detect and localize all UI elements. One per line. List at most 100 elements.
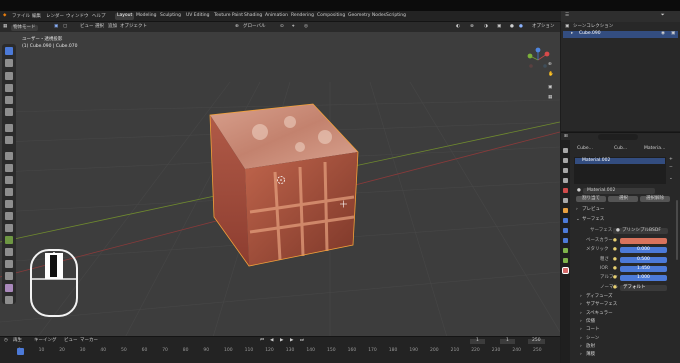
scale-tool-icon[interactable] [5,96,13,104]
scene-tab-icon[interactable] [563,188,568,193]
options-menu[interactable]: オプション [532,24,555,30]
menu-edit[interactable]: 編集 [32,14,41,20]
preview-panel[interactable]: プレビュー [582,207,605,213]
props-editor-icon[interactable]: ⊞ [564,134,568,140]
proportional-edit-icon[interactable]: ◎ [304,24,308,30]
subpanel-chevron-icon[interactable]: › [580,311,582,317]
menu-help[interactable]: ヘルプ [92,14,106,20]
surface-panel[interactable]: サーフェス [582,217,604,223]
hand-pan-icon[interactable]: ✋ [548,72,554,78]
add-cube-tool-icon[interactable] [5,152,13,160]
camera-icon[interactable]: ▣ [671,31,675,37]
rip-tool-icon[interactable] [5,296,13,304]
subpanel-label[interactable]: コート [586,328,600,333]
subpanel-label[interactable]: サブサーフェス [586,303,617,308]
subpanel-chevron-icon[interactable]: › [580,294,582,300]
subpanel-chevron-icon[interactable]: › [580,344,582,350]
jump-end-icon[interactable]: ⏭ [300,338,304,344]
timeline-menu-playback[interactable]: 再生 [13,338,22,344]
socket-icon[interactable]: ● [613,285,617,291]
material-slot-label[interactable]: Material.002 [582,158,610,164]
play-icon[interactable]: ▶ [280,338,283,344]
zoom-icon[interactable]: ⊕ [548,62,552,68]
constraints-tab-icon[interactable] [563,248,568,253]
surface-shader-value[interactable]: プリンシプルBSDF [622,228,661,234]
outliner-item-cube[interactable]: Cube.090 [579,31,601,37]
orientation-selector[interactable]: グローバル [243,24,265,30]
menu-object[interactable]: オブジェクト [120,24,147,30]
physics-tab-icon[interactable] [563,238,568,243]
shrink-tool-icon[interactable] [5,272,13,280]
socket-icon[interactable]: ● [613,276,617,281]
perspective-toggle-icon[interactable]: ▦ [548,95,552,101]
mode-selector[interactable]: 物体モード [11,24,38,31]
cursor-tool-icon[interactable] [5,59,13,67]
subpanel-chevron-icon[interactable]: › [580,353,582,358]
subpanel-label[interactable]: スペキュラー [586,311,613,317]
surface-chevron-icon[interactable]: ⌄ [576,217,580,223]
menu-file[interactable]: ファイル [12,14,30,20]
inset-tool-icon[interactable] [5,176,13,184]
subpanel-label[interactable]: シーン [586,336,599,342]
camera-view-icon[interactable]: ▣ [548,85,552,91]
knife-tool-icon[interactable] [5,212,13,220]
preview-chevron-icon[interactable]: › [576,207,578,213]
data-tab-icon[interactable] [563,258,568,263]
tab-compositing[interactable]: Compositing [315,13,347,20]
smooth-tool-icon[interactable] [5,248,13,256]
timeline[interactable]: ◷ 再生 キーイング ビュー マーカー ⏮ ◀ ▶ ▶ ⏭ 1 1 250 01… [0,336,560,363]
measure-tool-icon[interactable] [5,136,13,144]
timeline-menu-view[interactable]: ビュー [64,338,78,344]
polybuild-tool-icon[interactable] [5,224,13,232]
select-mode-icon[interactable]: ▣ [54,24,58,30]
tab-sculpting[interactable]: Sculpting [158,13,183,20]
slot-menu-icon[interactable]: ⌄ [669,176,673,182]
annotate-tool-icon[interactable] [5,124,13,132]
editor-type-icon[interactable]: ▦ [3,24,7,30]
world-tab-icon[interactable] [563,198,568,203]
tab-uv-editing[interactable]: UV Editing [184,13,211,20]
visibility-icon[interactable]: ◐ [456,24,460,30]
subpanel-label[interactable]: ディフューズ [586,294,612,300]
edge-slide-tool-icon[interactable] [5,260,13,268]
timeline-menu-keying[interactable]: キーイング [34,338,57,344]
subpanel-chevron-icon[interactable]: › [580,303,582,308]
prev-key-icon[interactable]: ◀ [270,338,273,344]
tab-shading[interactable]: Shading [242,13,264,20]
snap-icon[interactable]: ⌖ [292,24,295,30]
extrude-tool-icon[interactable] [5,164,13,172]
tab-rendering[interactable]: Rendering [289,13,316,20]
props-search-input[interactable] [598,134,638,140]
menu-render[interactable]: レンダー [46,14,64,20]
playhead[interactable] [17,348,24,355]
end-frame-field[interactable]: 250 [528,338,545,344]
material-tab-icon[interactable] [562,267,569,274]
tab-scripting[interactable]: Scripting [384,13,408,20]
tab-animation[interactable]: Animation [263,13,290,20]
start-frame-field[interactable]: 1 [500,338,515,344]
modifier-tab-icon[interactable] [563,218,568,223]
select-mode-icon-2[interactable]: ▢ [63,24,67,30]
material-name[interactable]: Material.002 [587,188,615,194]
outliner-header[interactable]: シーンコレクション [573,24,613,30]
render-tab-icon[interactable] [563,158,568,163]
tool-tab-icon[interactable] [563,148,568,153]
object-tab-icon[interactable] [563,208,568,213]
spin-tool-icon[interactable] [5,236,13,244]
socket-icon[interactable]: ● [613,266,617,272]
subpanel-chevron-icon[interactable]: › [580,336,582,342]
particles-tab-icon[interactable] [563,228,568,233]
move-tool-icon[interactable] [5,72,13,80]
subpanel-chevron-icon[interactable]: › [580,319,582,325]
bevel-tool-icon[interactable] [5,188,13,196]
base-color-swatch[interactable] [620,238,667,244]
shading-solid-icon[interactable]: ● [510,24,514,30]
socket-icon[interactable]: ● [613,248,617,253]
timeline-menu-marker[interactable]: マーカー [80,338,98,344]
socket-icon[interactable]: ● [613,257,617,263]
outliner-editor-icon[interactable]: ☰ [565,13,569,19]
select-tool-icon[interactable] [5,47,13,55]
subpanel-label[interactable]: 放射 [586,344,595,350]
props-scrollbar[interactable] [676,200,678,260]
menu-select[interactable]: 選択 [95,24,104,30]
